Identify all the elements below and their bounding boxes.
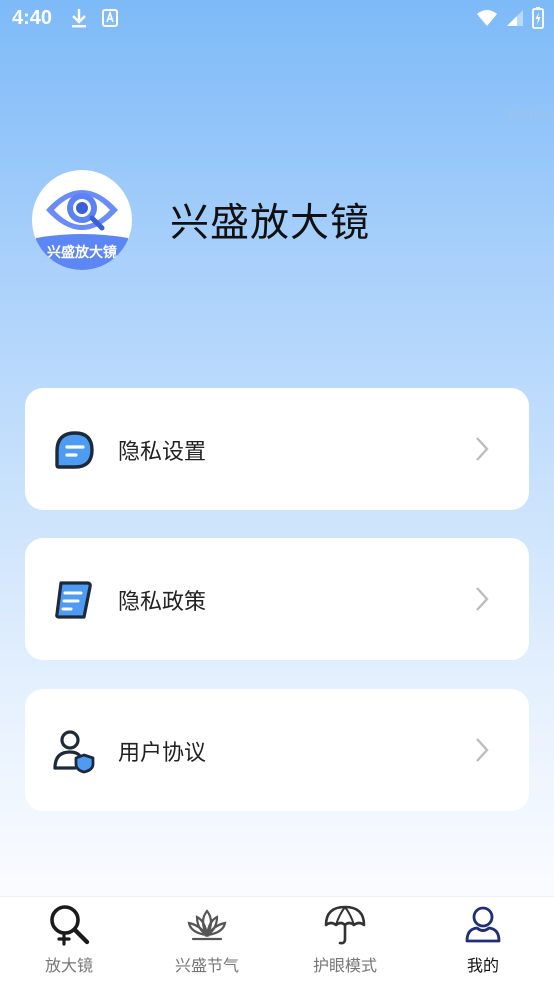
status-bar: 4:40 — [0, 0, 554, 38]
watermark: 5c9bee — [504, 106, 554, 123]
chevron-right-icon — [475, 436, 489, 466]
menu-item-privacy-settings[interactable]: 隐私设置 — [25, 388, 529, 510]
user-shield-icon — [51, 728, 97, 774]
app-header: 兴盛放大镜 兴盛放大镜 — [32, 170, 370, 270]
tab-label: 我的 — [466, 956, 499, 975]
tab-label: 放大镜 — [44, 956, 93, 975]
keyboard-icon — [102, 9, 118, 31]
download-icon — [70, 8, 88, 32]
logo-text: 兴盛放大镜 — [47, 245, 117, 261]
tab-label: 护眼模式 — [312, 956, 377, 975]
tab-eye-care[interactable]: 护眼模式 — [276, 897, 414, 985]
chevron-right-icon — [475, 586, 489, 616]
lotus-icon — [185, 903, 229, 947]
chat-bubble-icon — [51, 427, 97, 473]
menu-label-privacy-settings: 隐私设置 — [118, 440, 207, 465]
document-icon — [51, 577, 97, 623]
tab-solar-terms[interactable]: 兴盛节气 — [138, 897, 276, 985]
tab-mine[interactable]: 我的 — [414, 897, 552, 985]
umbrella-icon — [323, 903, 367, 947]
tab-label: 兴盛节气 — [174, 956, 239, 975]
magnifier-icon — [47, 903, 91, 947]
menu-item-user-agreement[interactable]: 用户协议 — [25, 689, 529, 811]
battery-icon — [532, 7, 544, 33]
menu-item-privacy-policy[interactable]: 隐私政策 — [25, 538, 529, 660]
status-time: 4:40 — [12, 7, 53, 29]
tab-magnifier[interactable]: 放大镜 — [0, 897, 138, 985]
wifi-icon — [476, 9, 498, 31]
bottom-nav: 放大镜 兴盛节气 护眼模式 我的 — [0, 896, 554, 985]
user-icon — [461, 903, 505, 947]
app-logo: 兴盛放大镜 — [32, 170, 132, 270]
app-name: 兴盛放大镜 — [170, 201, 371, 246]
signal-icon — [506, 9, 524, 31]
chevron-right-icon — [475, 737, 489, 767]
menu-label-privacy-policy: 隐私政策 — [118, 590, 207, 615]
menu-label-user-agreement: 用户协议 — [118, 741, 207, 766]
